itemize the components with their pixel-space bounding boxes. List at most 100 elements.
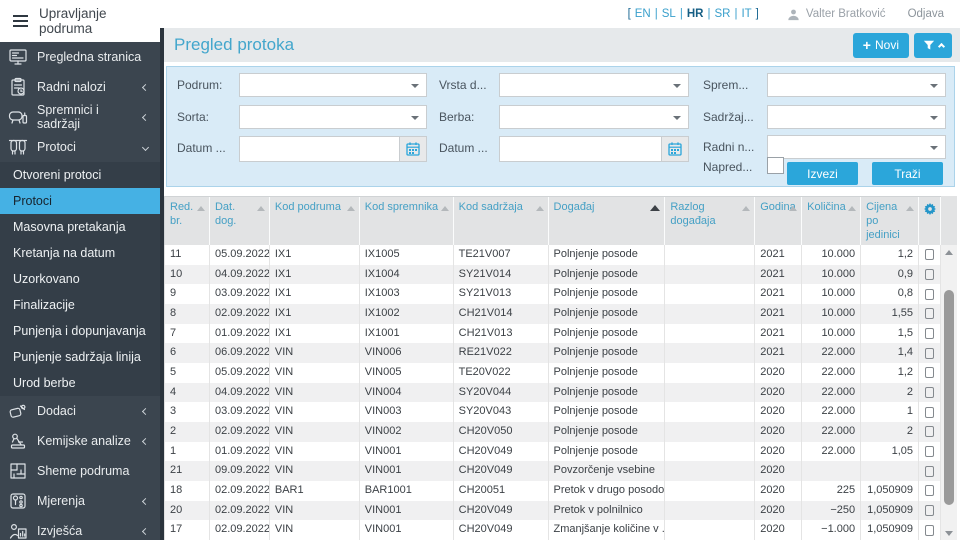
table-cell: 02.09.2022 <box>210 421 270 442</box>
column-header-kod-podruma[interactable]: Kod podruma <box>270 197 360 245</box>
column-header-doga-aj[interactable]: Događaj <box>549 197 666 245</box>
language-link-it[interactable]: IT <box>741 8 751 20</box>
row-note-icon[interactable] <box>925 504 934 516</box>
table-row[interactable]: 20 02.09.2022 VIN VIN001 CH20V049 Pretok v po… <box>165 500 941 521</box>
table-row[interactable]: 4 04.09.2022 VIN VIN004 SY20V044 Polnjenje po… <box>165 382 941 403</box>
calendar-icon <box>668 142 682 156</box>
sidebar-item-masovna-pretakanja[interactable]: Masovna pretakanja <box>0 214 160 240</box>
datum-od-input[interactable] <box>239 136 400 162</box>
table-row[interactable]: 9 03.09.2022 IX1 IX1003 SY21V013 Polnjenje po… <box>165 284 941 304</box>
logout-link[interactable]: Odjava <box>908 8 944 20</box>
vrsta-select[interactable] <box>499 73 689 97</box>
language-link-en[interactable]: EN <box>635 8 651 20</box>
table-cell: IX1 <box>270 284 360 304</box>
table-row[interactable]: 18 02.09.2022 BAR1 BAR1001 CH20051 Pretok v d… <box>165 480 941 501</box>
scroll-up-button[interactable] <box>941 245 957 259</box>
sidebar-item-radni-nalozi[interactable]: Radni nalozi <box>0 72 160 102</box>
table-row[interactable]: 8 02.09.2022 IX1 IX1002 CH21V014 Polnjenje po… <box>165 303 941 324</box>
column-header-godina[interactable]: Godina <box>755 197 803 245</box>
table-cell <box>665 382 756 403</box>
table-row[interactable]: 21 09.09.2022 VIN VIN001 CH20V049 Povzorčenje… <box>165 461 941 481</box>
table-row[interactable]: 1 01.09.2022 VIN VIN001 CH20V049 Polnjenje po… <box>165 441 941 462</box>
topbar: [EN | SL | HR | SR | IT] Valter Bratković Odjava <box>160 0 960 28</box>
gear-icon[interactable] <box>923 202 937 221</box>
sidebar-item-sheme-podruma[interactable]: Sheme podruma <box>0 456 160 486</box>
sidebar-item-kemijske-analize[interactable]: Kemijske analize <box>0 426 160 456</box>
column-header-kod-spremnika[interactable]: Kod spremnika <box>360 197 454 245</box>
sidebar-item-kretanja-na-datum[interactable]: Kretanja na datum <box>0 240 160 266</box>
table-cell: Polnjenje posode <box>549 382 666 403</box>
calendar-button[interactable] <box>662 136 689 162</box>
column-settings-header[interactable] <box>919 197 942 245</box>
row-note-icon[interactable] <box>925 386 934 398</box>
vertical-scrollbar[interactable] <box>941 245 957 540</box>
column-header-cijena-po-jedinici[interactable]: Cijena po jedinici <box>861 197 920 245</box>
table-cell: BAR1 <box>270 480 360 501</box>
column-header-label: Cijena po jedinici <box>866 201 900 241</box>
export-button[interactable]: Izvezi <box>787 162 858 185</box>
row-note-icon[interactable] <box>925 288 934 300</box>
row-note-icon[interactable] <box>925 268 934 280</box>
table-cell: TE21V007 <box>454 245 549 265</box>
row-note-icon[interactable] <box>925 426 934 438</box>
sorta-select[interactable] <box>239 105 427 129</box>
table-row[interactable]: 11 05.09.2022 IX1 IX1005 TE21V007 Polnjenje p… <box>165 245 941 265</box>
new-button[interactable]: + Novi <box>852 32 909 58</box>
language-link-sl[interactable]: SL <box>662 8 676 20</box>
column-header-kod-sadr-aja[interactable]: Kod sadržaja <box>454 197 549 245</box>
sidebar-item-pregledna-stranica[interactable]: Pregledna stranica <box>0 42 160 72</box>
sidebar-item-mjerenja[interactable]: Mjerenja <box>0 486 160 516</box>
table-row[interactable]: 17 02.09.2022 VIN VIN001 CH20V049 Zmanjšanje … <box>165 520 941 540</box>
row-note-icon[interactable] <box>925 445 934 457</box>
table-row[interactable]: 5 05.09.2022 VIN VIN005 TE20V022 Polnjenje po… <box>165 362 941 383</box>
row-note-icon[interactable] <box>925 327 934 339</box>
row-note-icon[interactable] <box>925 308 934 320</box>
column-header-dat-dog[interactable]: Dat. dog. <box>210 197 270 245</box>
additives-icon <box>8 401 30 421</box>
napredno-checkbox[interactable] <box>767 157 784 174</box>
column-header-red-br[interactable]: Red. br. <box>165 197 210 245</box>
language-link-sr[interactable]: SR <box>714 8 730 20</box>
row-note-icon[interactable] <box>925 524 934 536</box>
sidebar-item-izvje-a[interactable]: Izvješća <box>0 516 160 540</box>
plus-icon: + <box>862 37 871 53</box>
sidebar-item-otvoreni-protoci[interactable]: Otvoreni protoci <box>0 162 160 188</box>
radni-nalog-select[interactable] <box>767 135 946 159</box>
row-note-icon[interactable] <box>925 347 934 359</box>
hamburger-menu-icon[interactable] <box>13 15 28 27</box>
sidebar-item-uzorkovano[interactable]: Uzorkovano <box>0 266 160 292</box>
search-button[interactable]: Traži <box>872 162 943 185</box>
row-note-icon[interactable] <box>925 465 934 477</box>
column-header-koli-ina[interactable]: Količina <box>802 197 862 245</box>
sidebar-item-punjenje-sadr-aja-linija[interactable]: Punjenje sadržaja linija <box>0 344 160 370</box>
table-cell: IX1005 <box>360 245 454 265</box>
column-header-razlog-doga-aja[interactable]: Razlog događaja <box>665 197 756 245</box>
table-row[interactable]: 2 02.09.2022 VIN VIN002 CH20V050 Polnjenje po… <box>165 421 941 442</box>
calendar-button[interactable] <box>400 136 427 162</box>
row-note-icon[interactable] <box>925 367 934 379</box>
table-row[interactable]: 6 06.09.2022 VIN VIN006 RE21V022 Polnjenje po… <box>165 343 941 363</box>
sidebar-item-protoci[interactable]: Protoci <box>0 188 160 214</box>
table-cell: 10.000 <box>802 284 862 304</box>
table-row[interactable]: 7 01.09.2022 IX1 IX1001 CH21V013 Polnjenje po… <box>165 323 941 344</box>
sidebar-item-dodaci[interactable]: Dodaci <box>0 396 160 426</box>
filter-toggle-button[interactable] <box>914 32 952 58</box>
sidebar-item-punjenja-i-dopunjavanja[interactable]: Punjenja i dopunjavanja <box>0 318 160 344</box>
berba-select[interactable] <box>499 105 689 129</box>
sidebar-item-urod-berbe[interactable]: Urod berbe <box>0 370 160 396</box>
scrollbar-thumb[interactable] <box>944 290 954 505</box>
sidebar-item-protoci[interactable]: Protoci <box>0 132 160 162</box>
sidebar-item-finalizacije[interactable]: Finalizacije <box>0 292 160 318</box>
podrum-select[interactable] <box>239 73 427 97</box>
spremnik-select[interactable] <box>767 73 946 97</box>
row-note-icon[interactable] <box>925 249 934 261</box>
row-note-icon[interactable] <box>925 485 934 497</box>
language-link-hr[interactable]: HR <box>687 8 704 20</box>
datum-do-input[interactable] <box>499 136 662 162</box>
table-row[interactable]: 3 03.09.2022 VIN VIN003 SY20V043 Polnjenje po… <box>165 402 941 422</box>
scroll-down-button[interactable] <box>941 526 957 540</box>
sidebar-item-spremnici-i-sadr-aji[interactable]: Spremnici i sadržaji <box>0 102 160 132</box>
row-note-icon[interactable] <box>925 406 934 418</box>
table-row[interactable]: 10 04.09.2022 IX1 IX1004 SY21V014 Polnjenje p… <box>165 264 941 285</box>
sadrzaj-select[interactable] <box>767 105 946 129</box>
